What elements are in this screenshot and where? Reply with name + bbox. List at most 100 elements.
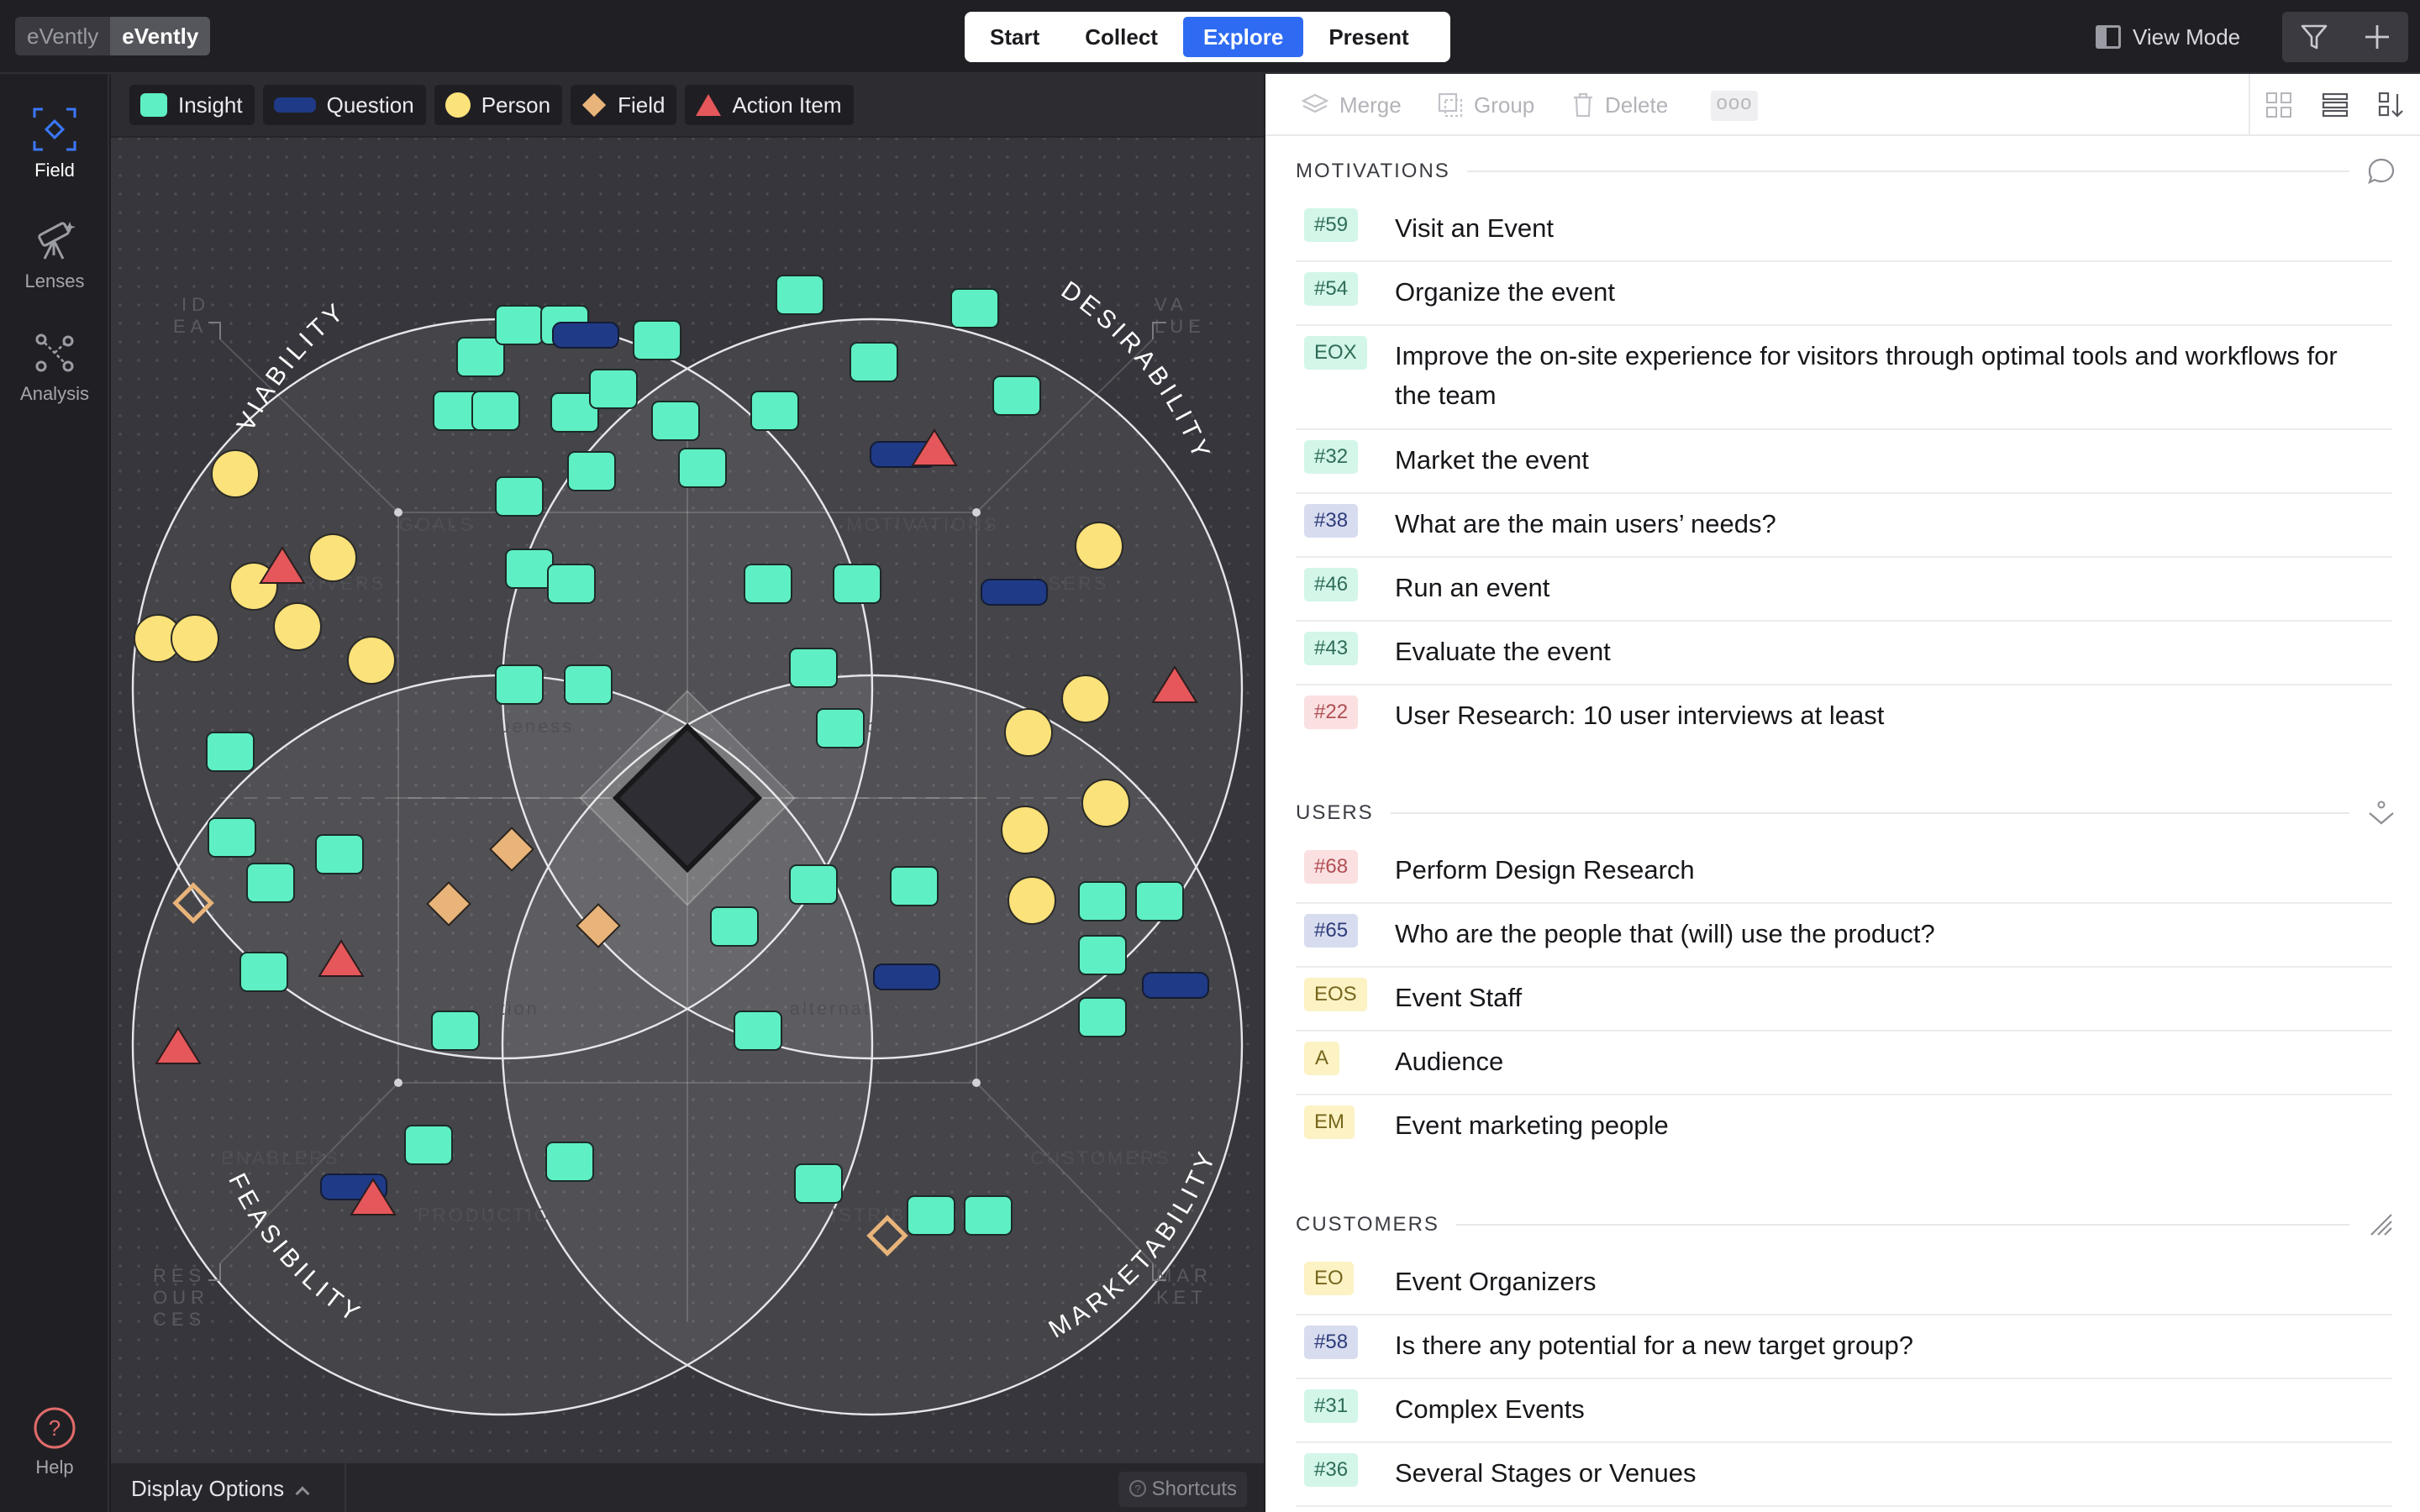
legend-insight[interactable]: Insight xyxy=(129,85,255,125)
shortcuts-button[interactable]: ? Shortcuts xyxy=(1118,1472,1247,1507)
item-text: Complex Events xyxy=(1395,1394,1585,1424)
insight-card xyxy=(431,1011,480,1051)
sidebar-item-analysis[interactable]: Analysis xyxy=(0,329,109,405)
section-title: CUSTOMERS xyxy=(1296,1213,1439,1236)
grid-view-button[interactable] xyxy=(2250,74,2307,136)
layers-icon xyxy=(1301,93,1329,113)
insight-card xyxy=(734,1011,782,1051)
sidebar-item-lenses[interactable]: Lenses xyxy=(0,217,109,292)
delete-button[interactable]: Delete xyxy=(1571,89,1668,121)
person-circle xyxy=(171,614,219,663)
list-item[interactable]: #38 What are the main users’ needs? xyxy=(1296,494,2392,558)
list-item[interactable]: #31 Complex Events xyxy=(1296,1379,2392,1443)
insight-square-icon xyxy=(140,93,167,117)
insight-card xyxy=(651,401,700,441)
tab-present[interactable]: Present xyxy=(1308,17,1428,57)
list-item[interactable]: #59 Visit an Event xyxy=(1296,198,2392,262)
sidebar-item-field[interactable]: Field xyxy=(0,106,109,181)
item-text: Market the event xyxy=(1395,445,1589,475)
group-icon xyxy=(1438,92,1463,118)
corner-label-resources-3: CES xyxy=(153,1309,206,1330)
item-tag: #31 xyxy=(1304,1389,1359,1423)
field-focus-icon xyxy=(33,108,76,151)
item-tag: EO xyxy=(1304,1262,1354,1295)
filter-button[interactable] xyxy=(2282,12,2345,62)
list-item[interactable]: #68 Perform Design Research xyxy=(1296,840,2392,904)
merge-button[interactable]: Merge xyxy=(1301,89,1402,121)
insight-card xyxy=(456,337,505,377)
list-view-button[interactable] xyxy=(2307,74,2363,136)
item-text: Audience xyxy=(1395,1047,1504,1076)
list-item[interactable]: #65 Who are the people that (will) use t… xyxy=(1296,904,2392,968)
corner-label-idea-1: ID xyxy=(182,294,210,315)
list-item[interactable]: A Audience xyxy=(1296,1032,2392,1095)
item-text: Event Organizers xyxy=(1395,1267,1597,1296)
group-button[interactable]: Group xyxy=(1437,89,1534,121)
list-item[interactable]: EM Event marketing people xyxy=(1296,1095,2392,1159)
sidebar-panel-icon xyxy=(2096,25,2121,49)
insight-card xyxy=(890,866,939,906)
item-tag: EOX xyxy=(1304,336,1367,370)
item-tag: #68 xyxy=(1304,850,1359,884)
help-circle-icon: ? xyxy=(1128,1480,1146,1497)
item-tag: #32 xyxy=(1304,440,1359,474)
legend-label: Action Item xyxy=(732,92,842,118)
insight-card xyxy=(1078,935,1127,975)
mode-tabs: Start Collect Explore Present xyxy=(965,12,1450,62)
list-item[interactable]: #36 Several Stages or Venues xyxy=(1296,1443,2392,1507)
list-item[interactable]: #54 Organize the event xyxy=(1296,262,2392,326)
section-divider xyxy=(1390,812,2349,814)
project-switcher[interactable]: eVently eVently xyxy=(15,17,211,55)
resize-icon[interactable] xyxy=(2366,1210,2396,1240)
item-tag: #43 xyxy=(1304,632,1359,665)
person-circle xyxy=(1001,806,1050,854)
legend-question[interactable]: Question xyxy=(262,85,426,125)
section-header-customers: CUSTOMERS xyxy=(1296,1208,2396,1242)
tab-start[interactable]: Start xyxy=(970,17,1060,57)
list-item[interactable]: EOS Event Staff xyxy=(1296,968,2392,1032)
venn-field-diagram[interactable]: ID EA VA LUE RES OUR CES MAR KET GOALS D… xyxy=(111,138,1264,1462)
display-options-button[interactable]: Display Options xyxy=(111,1463,346,1512)
insight-card xyxy=(495,305,544,345)
list-item[interactable]: EOX Improve the on-site experience for v… xyxy=(1296,326,2392,430)
person-circle xyxy=(1075,522,1123,570)
add-button[interactable] xyxy=(2345,12,2408,62)
field-canvas[interactable]: Insight Question Person Field Action Ite… xyxy=(111,74,1264,1462)
legend-person[interactable]: Person xyxy=(434,85,563,125)
action-triangle-icon xyxy=(696,94,722,116)
insight-card xyxy=(246,863,295,903)
comment-icon[interactable] xyxy=(2366,156,2396,186)
tab-collect[interactable]: Collect xyxy=(1065,17,1178,57)
group-label: Group xyxy=(1474,92,1535,118)
zone-label-motivations: MOTIVATIONS xyxy=(846,514,998,535)
person-circle xyxy=(1007,876,1056,925)
more-options-button[interactable]: ooo xyxy=(1711,91,1758,121)
corner-label-market-1: MAR xyxy=(1156,1265,1213,1286)
list-item[interactable]: #46 Run an event xyxy=(1296,558,2392,622)
sort-button[interactable] xyxy=(2364,74,2420,136)
list-item[interactable]: #43 Evaluate the event xyxy=(1296,622,2392,685)
legend-action-item[interactable]: Action Item xyxy=(685,85,854,125)
tab-explore[interactable]: Explore xyxy=(1182,17,1304,57)
view-mode-toggle[interactable]: View Mode xyxy=(2096,18,2240,55)
legend-field[interactable]: Field xyxy=(571,85,677,125)
list-item[interactable]: #32 Market the event xyxy=(1296,430,2392,494)
item-text: Run an event xyxy=(1395,573,1550,602)
person-circle xyxy=(347,636,396,685)
section-header-motivations: MOTIVATIONS xyxy=(1296,155,2396,188)
plus-icon xyxy=(2365,25,2389,49)
section-header-users: USERS xyxy=(1296,796,2396,830)
zone-label-alternatives: alternatives xyxy=(790,998,915,1019)
user-funnel-icon[interactable] xyxy=(2366,798,2396,828)
insight-card xyxy=(545,1142,594,1182)
question-pill-icon xyxy=(273,97,316,113)
project-tab-active[interactable]: eVently xyxy=(110,17,211,55)
legend-label: Question xyxy=(326,92,414,118)
list-item[interactable]: #22 User Research: 10 user interviews at… xyxy=(1296,685,2392,749)
person-circle xyxy=(1004,708,1053,757)
help-button[interactable]: ? Help xyxy=(0,1406,109,1478)
list-item[interactable]: #58 Is there any potential for a new tar… xyxy=(1296,1315,2392,1379)
list-item[interactable]: EO Event Organizers xyxy=(1296,1252,2392,1315)
person-circle xyxy=(308,533,357,582)
project-tab[interactable]: eVently xyxy=(15,17,110,55)
